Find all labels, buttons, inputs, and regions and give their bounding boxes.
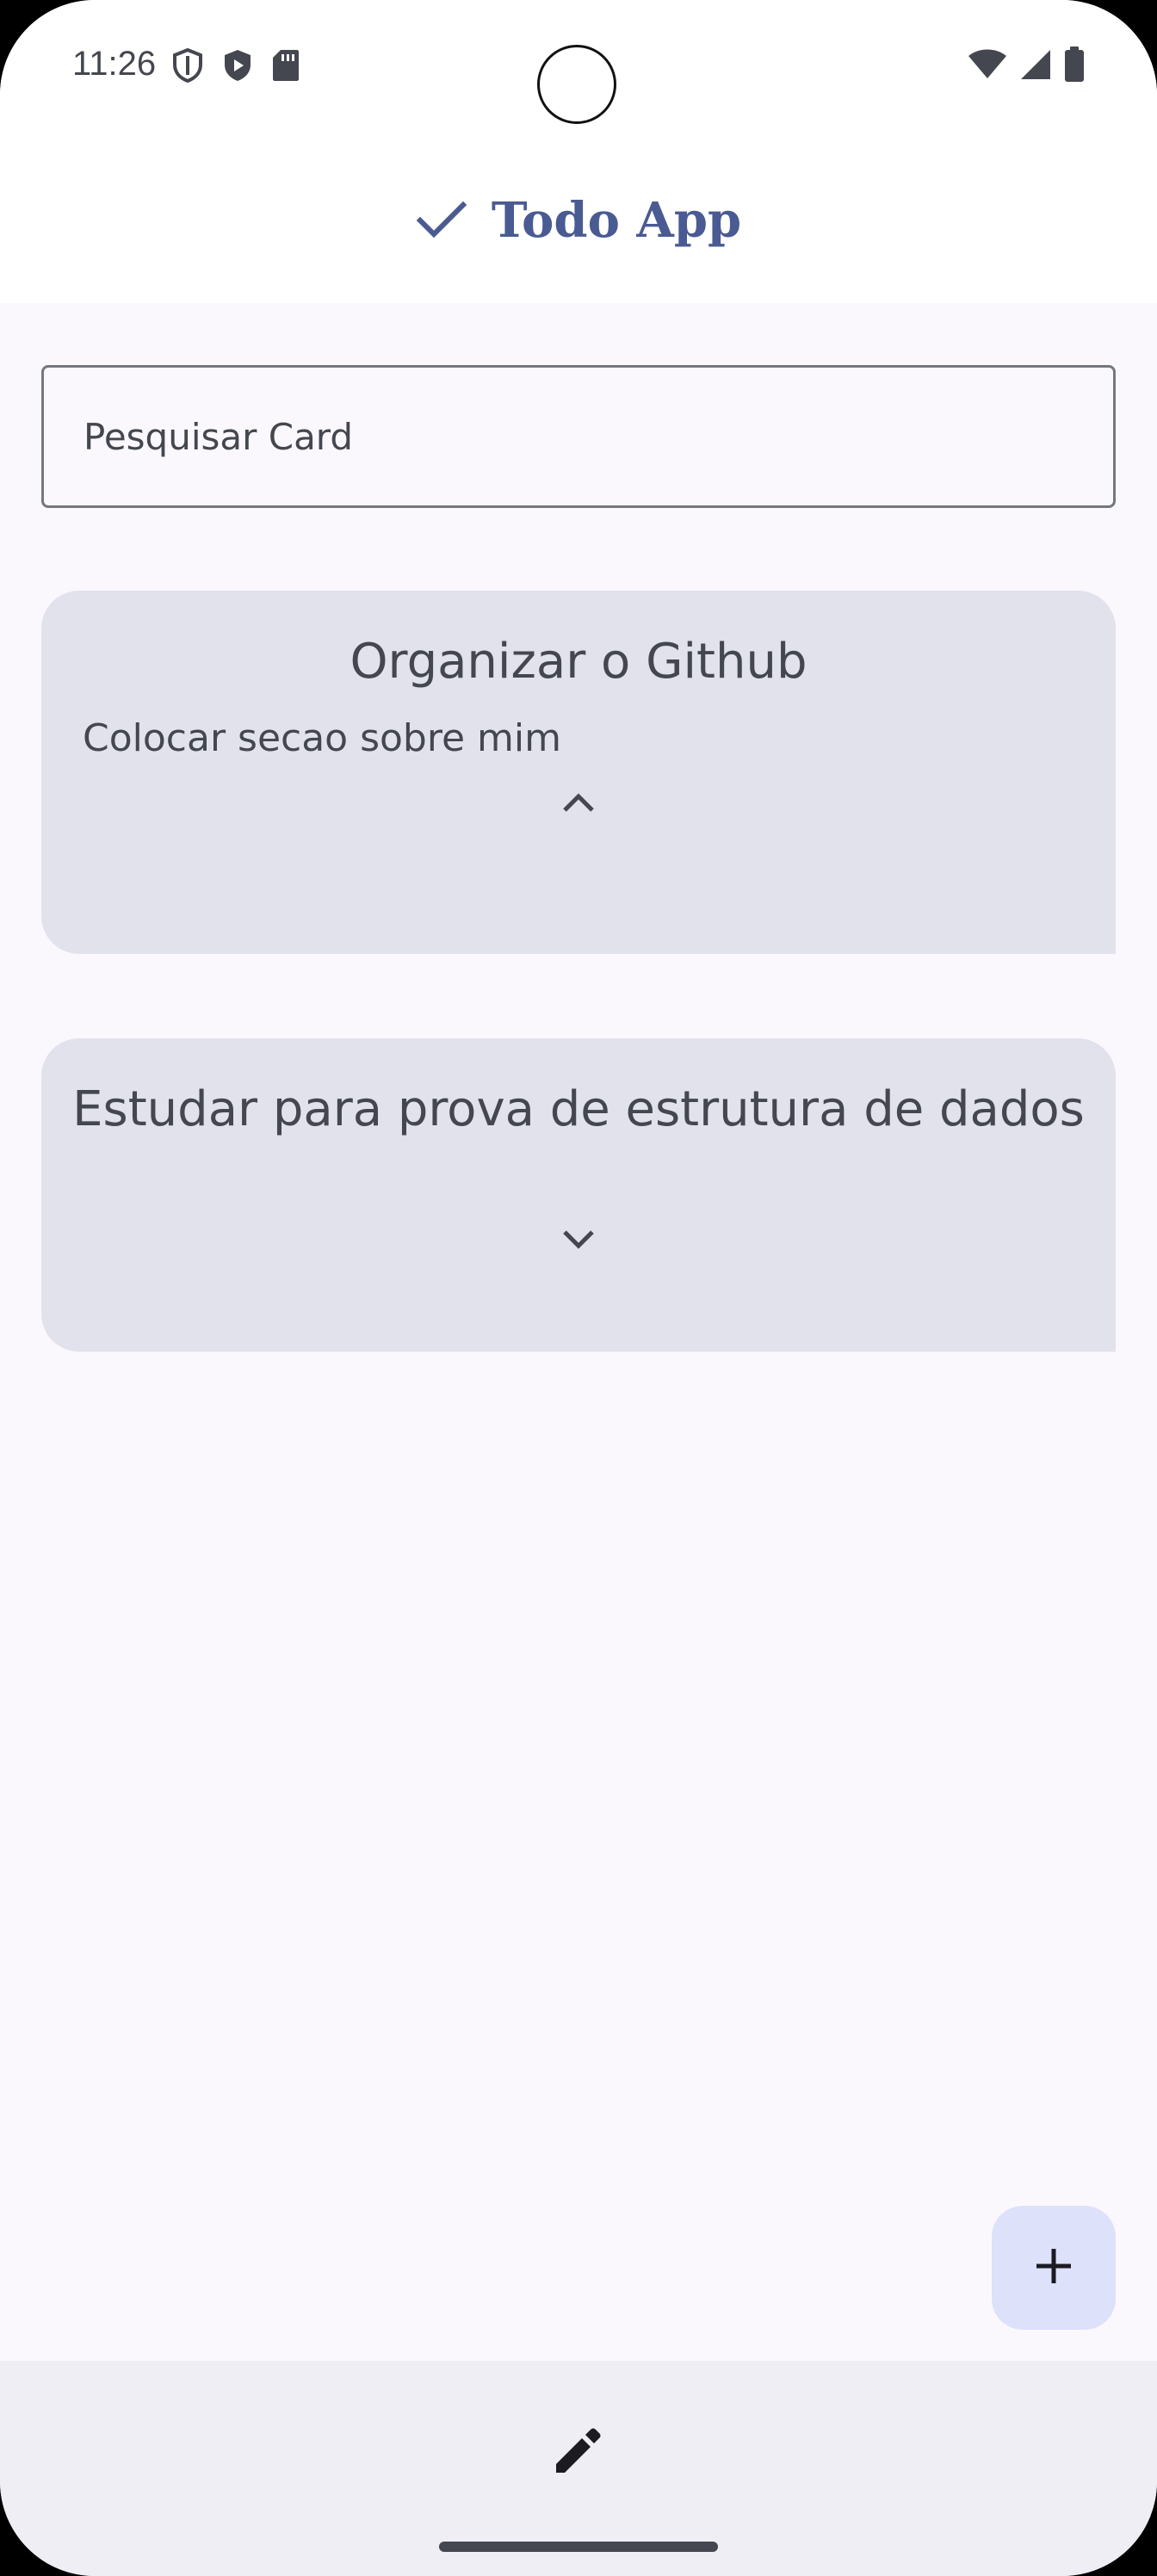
collapse-card-button[interactable] [537, 763, 620, 845]
chevron-down-icon [561, 1229, 596, 1254]
status-time: 11:26 [72, 45, 157, 83]
card-title: Estudar para prova de estrutura de dados [72, 1081, 1085, 1137]
phone-screen: 11:26 Todo App Pesquisar Card Organizar … [0, 0, 1157, 2576]
shield-icon [172, 47, 203, 86]
add-card-button[interactable] [992, 2206, 1116, 2330]
search-input[interactable] [41, 365, 1116, 508]
todo-card[interactable]: Organizar o Github Colocar secao sobre m… [41, 591, 1116, 954]
expand-card-button[interactable] [537, 1200, 620, 1283]
wifi-icon [968, 49, 1007, 84]
plus-icon [1033, 2245, 1074, 2290]
home-indicator[interactable] [439, 2542, 718, 2552]
card-title: Organizar o Github [350, 634, 807, 690]
status-icons-right [968, 46, 1085, 86]
status-bar: 11:26 [0, 0, 1157, 138]
edit-icon [553, 2424, 604, 2480]
play-protect-icon [222, 48, 253, 86]
check-icon [416, 198, 467, 243]
app-title: Todo App [491, 192, 742, 249]
top-app-bar: Todo App [0, 138, 1157, 303]
card-description: Colocar secao sobre mim [83, 716, 561, 760]
edit-button[interactable] [537, 2411, 620, 2493]
main-content: Organizar o Github Colocar secao sobre m… [0, 303, 1157, 2361]
cellular-signal-icon [1019, 48, 1052, 84]
todo-card[interactable]: Estudar para prova de estrutura de dados [41, 1038, 1116, 1352]
sd-card-icon [272, 49, 300, 85]
status-icons-left [172, 47, 300, 86]
front-camera [537, 45, 616, 124]
bottom-bar [0, 2361, 1157, 2576]
battery-icon [1064, 46, 1085, 86]
chevron-up-icon [561, 791, 596, 817]
